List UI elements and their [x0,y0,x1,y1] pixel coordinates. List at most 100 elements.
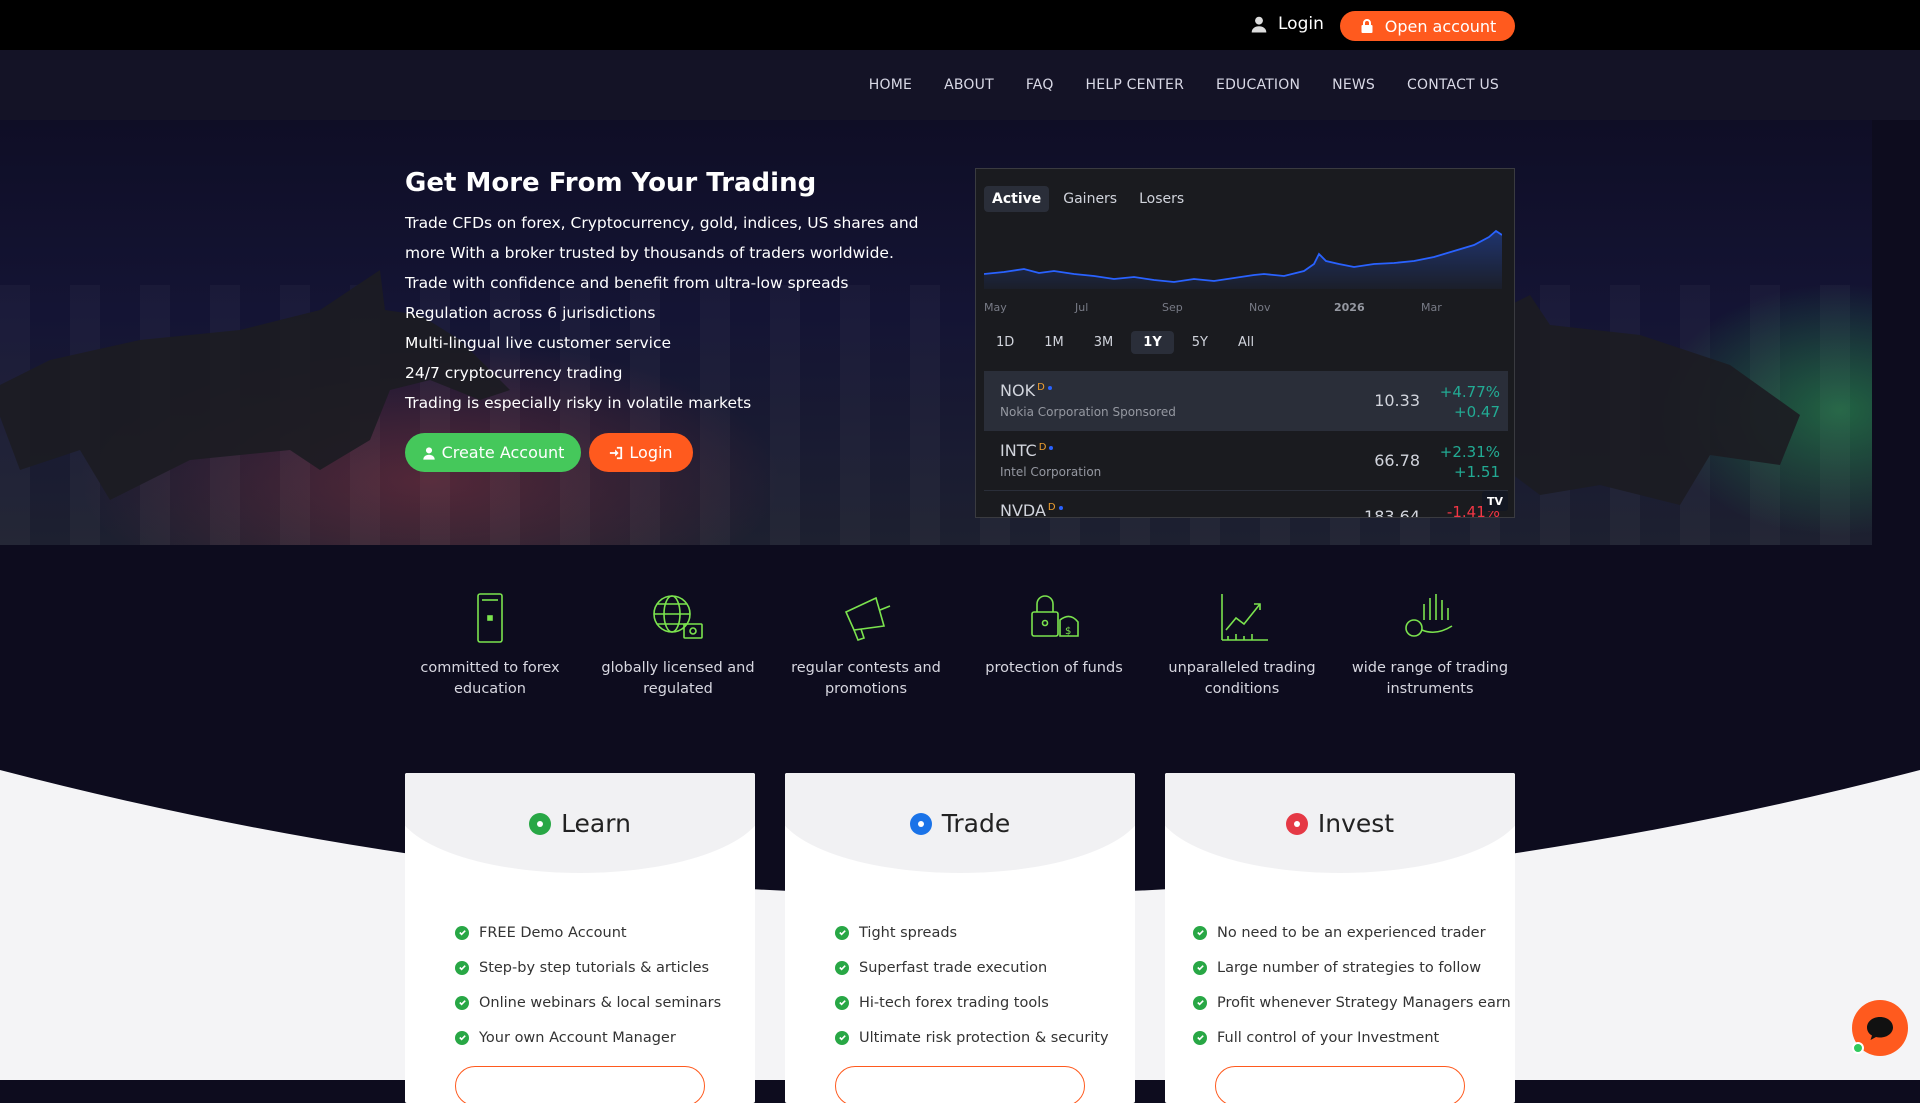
nav-news[interactable]: NEWS [1332,77,1375,93]
month-label: Nov [1249,301,1271,314]
list-item-label: Full control of your Investment [1217,1029,1440,1046]
chart-area [984,231,1502,289]
open-account-label: Open account [1384,16,1497,36]
list-item-label: Online webinars & local seminars [479,994,722,1011]
check-icon [455,995,469,1010]
globe-certificate-icon [653,595,703,639]
hero-line: Trade CFDs on forex, Cryptocurrency, gol… [405,214,919,262]
list-item: Full control of your Investment [1193,1020,1511,1055]
hero-section: Get More From Your Trading Trade CFDs on… [0,120,1872,545]
ticker-label: NOK [1000,381,1036,400]
range-1d[interactable]: 1D [984,331,1026,354]
symbol-name: Nokia Corporation Sponsored [1000,405,1176,419]
list-item: Tight spreads [835,915,1109,950]
card-title: Learn [405,809,755,838]
hero-line: Regulation across 6 jurisdictions [405,304,656,322]
top-bar: Login Open account [0,0,1920,50]
price-chart[interactable] [984,219,1502,289]
nav-faq[interactable]: FAQ [1026,77,1054,93]
list-item: Hi-tech forex trading tools [835,985,1109,1020]
learn-card-button[interactable] [455,1066,705,1103]
nav-about[interactable]: ABOUT [944,77,994,93]
change-percent: +4.77% [1439,383,1500,401]
card-feature-list: No need to be an experienced trader Larg… [1193,915,1511,1055]
symbol-ticker: NVDA D [1000,501,1063,518]
lock-icon [1361,19,1373,33]
feature-protection: $ protection of funds [969,590,1139,700]
book-icon [477,593,503,643]
feature-instruments: wide range of trading instruments [1345,590,1515,700]
card-feature-list: FREE Demo Account Step-by step tutorials… [455,915,721,1055]
range-3m[interactable]: 3M [1082,331,1126,354]
symbol-row-nok[interactable]: NOK D Nokia Corporation Sponsored 10.33 +… [984,371,1508,431]
hero-login-button[interactable]: Login [589,433,693,472]
feature-label: unparalleled trading conditions [1168,660,1316,697]
list-item-label: No need to be an experienced trader [1217,924,1486,941]
create-account-label: Create Account [441,443,565,462]
sign-in-icon [610,446,623,459]
range-1m[interactable]: 1M [1032,331,1076,354]
create-account-button[interactable]: Create Account [405,433,581,472]
card-title: Invest [1165,809,1515,838]
top-login-link[interactable]: Login [1250,14,1324,34]
invest-card-button[interactable] [1215,1066,1465,1103]
tab-active[interactable]: Active [984,186,1050,212]
tradingview-logo[interactable]: TV [1482,491,1508,511]
symbol-price: 10.33 [1374,391,1420,410]
ticker-label: NVDA [1000,501,1046,518]
range-5y[interactable]: 5Y [1180,331,1220,354]
nav-home[interactable]: HOME [869,77,912,93]
invest-dot-icon [1285,812,1308,835]
nav-education[interactable]: EDUCATION [1216,77,1300,93]
check-icon [455,925,469,940]
symbol-price: 183.64 [1364,507,1420,518]
month-label: May [984,301,1007,314]
list-item-label: Your own Account Manager [479,1029,676,1046]
trade-card-button[interactable] [835,1066,1085,1103]
status-dot-icon [1058,506,1063,510]
symbol-row-intc[interactable]: INTC D Intel Corporation 66.78 +2.31% +1.5… [984,431,1508,491]
range-selector: 1D 1M 3M 1Y 5Y All [984,331,1266,354]
month-label: Mar [1421,301,1442,314]
list-item: Your own Account Manager [455,1020,721,1055]
symbol-name: Intel Corporation [1000,465,1102,479]
online-status-icon [1852,1042,1864,1054]
list-item-label: Superfast trade execution [859,959,1048,976]
chart-growth-icon [1221,594,1268,641]
delayed-flag: D [1037,381,1045,393]
list-item: Step-by step tutorials & articles [455,950,721,985]
hero-line: Trading is especially risky in volatile … [405,394,752,412]
user-icon [1251,16,1267,33]
nav-help-center[interactable]: HELP CENTER [1086,77,1184,93]
open-account-button[interactable]: Open account [1340,11,1515,41]
feature-education: committed to forex education [405,590,575,700]
card-title-label: Trade [941,809,1011,838]
feature-label: globally licensed and regulated [601,660,755,697]
check-icon [455,960,469,975]
symbol-ticker: NOK D [1000,381,1052,400]
tab-losers[interactable]: Losers [1131,186,1192,212]
tab-gainers[interactable]: Gainers [1055,186,1125,212]
card-title-label: Learn [561,809,631,838]
list-item-label: Step-by step tutorials & articles [479,959,710,976]
widget-tabs: Active Gainers Losers [984,186,1192,212]
feature-conditions: unparalleled trading conditions [1157,590,1327,700]
user-icon [422,446,435,460]
range-all[interactable]: All [1226,331,1266,354]
status-dot-icon [1047,386,1052,390]
symbol-row-nvda[interactable]: NVDA D 183.64 -1.41% [984,491,1508,518]
ticker-label: INTC [1000,441,1037,460]
hero-title: Get More From Your Trading [405,168,817,198]
change-percent: +2.31% [1439,443,1500,461]
symbol-price: 66.78 [1374,451,1420,470]
range-1y[interactable]: 1Y [1131,331,1174,354]
list-item-label: Ultimate risk protection & security [859,1029,1109,1046]
check-icon [835,925,849,940]
check-icon [1193,995,1207,1010]
list-item: Large number of strategies to follow [1193,950,1511,985]
list-item: Online webinars & local seminars [455,985,721,1020]
nav-contact-us[interactable]: CONTACT US [1407,77,1499,93]
feature-contests: regular contests and promotions [781,590,951,700]
delayed-flag: D [1047,501,1056,513]
check-icon [1193,925,1207,940]
